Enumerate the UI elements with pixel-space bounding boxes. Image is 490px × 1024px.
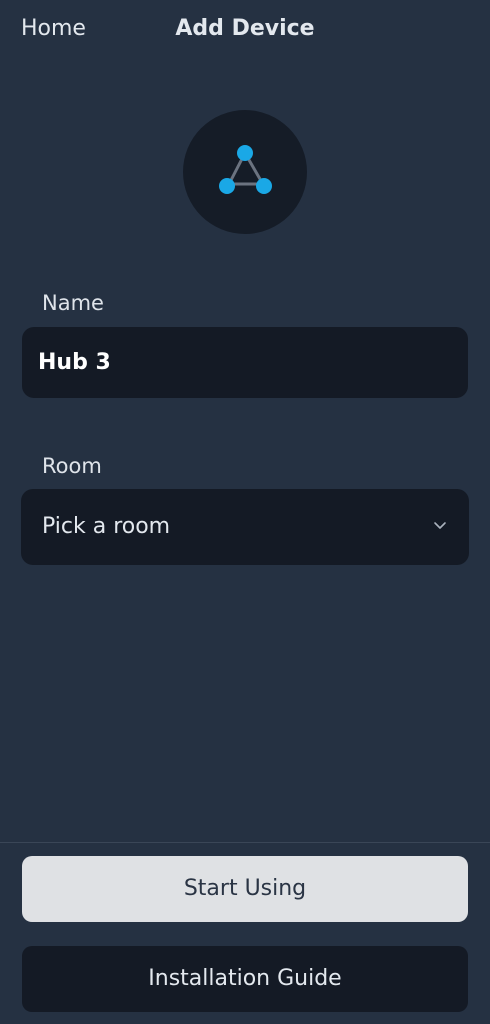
- installation-guide-button[interactable]: Installation Guide: [22, 946, 468, 1012]
- room-select-placeholder: Pick a room: [42, 514, 171, 539]
- start-using-button[interactable]: Start Using: [22, 856, 468, 922]
- device-icon-badge: [183, 110, 307, 234]
- header: Home Add Device: [0, 0, 490, 62]
- name-label: Name: [42, 291, 104, 315]
- chevron-down-icon: [434, 522, 446, 529]
- room-select[interactable]: Pick a room: [21, 489, 469, 565]
- footer-divider: [0, 842, 490, 843]
- page-title: Add Device: [175, 16, 315, 41]
- hub-network-icon: [219, 145, 272, 194]
- room-label: Room: [42, 454, 102, 478]
- add-device-screen: Home Add Device Name Room Pick a room St…: [0, 0, 490, 1024]
- name-input[interactable]: [22, 327, 468, 398]
